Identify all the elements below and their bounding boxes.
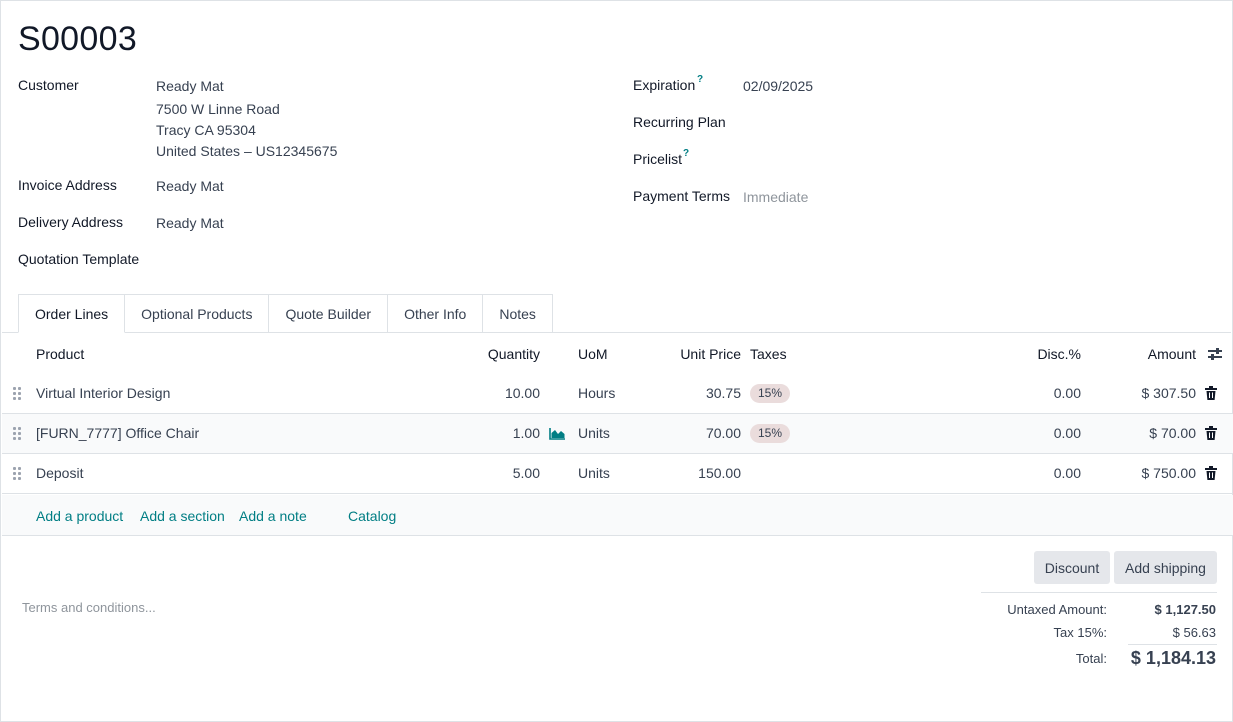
table-row[interactable]: [FURN_7777] Office Chair 1.00 Units 70.0… <box>2 414 1233 454</box>
terms-and-conditions-field[interactable]: Terms and conditions... <box>22 600 156 615</box>
delete-line-icon[interactable] <box>1205 466 1217 480</box>
untaxed-amount-value: $ 1,127.50 <box>1154 602 1216 617</box>
invoice-address-label: Invoice Address <box>18 177 117 193</box>
notebook-tabs: Order Lines Optional Products Quote Buil… <box>18 294 553 333</box>
forecast-chart-icon[interactable] <box>549 427 566 440</box>
customer-address-line3: United States – US12345675 <box>156 143 338 159</box>
column-header-amount[interactable]: Amount <box>1096 346 1196 362</box>
total-label: Total: <box>1075 651 1107 666</box>
drag-handle-icon[interactable] <box>13 387 23 401</box>
line-unit-price[interactable]: 70.00 <box>641 425 741 441</box>
table-row[interactable]: Deposit 5.00 Units 150.00 0.00 $ 750.00 <box>2 454 1233 494</box>
quotation-template-field[interactable] <box>156 251 456 269</box>
totals-divider <box>981 592 1217 593</box>
line-quantity[interactable]: 1.00 <box>440 425 540 441</box>
expiration-label: Expiration <box>633 77 696 93</box>
tab-other-info[interactable]: Other Info <box>388 294 484 333</box>
recurring-plan-field[interactable] <box>743 114 1043 132</box>
tax-badge[interactable]: 15% <box>750 424 791 443</box>
tab-notes[interactable]: Notes <box>483 294 553 333</box>
delivery-address-field[interactable]: Ready Mat <box>156 215 224 231</box>
add-note-link[interactable]: Add a note <box>239 508 307 524</box>
delete-line-icon[interactable] <box>1205 426 1217 440</box>
line-quantity[interactable]: 5.00 <box>440 465 540 481</box>
recurring-plan-label: Recurring Plan <box>633 114 726 130</box>
pricelist-help-icon[interactable]: ? <box>683 148 689 159</box>
line-amount: $ 70.00 <box>1149 425 1196 441</box>
table-row[interactable]: Virtual Interior Design 10.00 Hours 30.7… <box>2 374 1233 414</box>
tab-quote-builder[interactable]: Quote Builder <box>269 294 389 333</box>
customer-label: Customer <box>18 77 79 93</box>
invoice-address-field[interactable]: Ready Mat <box>156 178 224 194</box>
tax-badge[interactable]: 15% <box>750 384 791 403</box>
record-title: S00003 <box>18 20 138 58</box>
line-quantity[interactable]: 10.00 <box>440 385 540 401</box>
quotation-template-label: Quotation Template <box>18 251 140 267</box>
column-header-quantity[interactable]: Quantity <box>440 346 540 362</box>
line-product[interactable]: Deposit <box>36 465 83 481</box>
total-divider <box>1128 644 1217 645</box>
pricelist-field[interactable] <box>743 151 1043 169</box>
tax-label: Tax 15%: <box>1053 625 1107 640</box>
tab-optional-products[interactable]: Optional Products <box>125 294 270 333</box>
line-discount[interactable]: 0.00 <box>981 385 1081 401</box>
column-header-taxes[interactable]: Taxes <box>750 346 787 362</box>
line-unit-price[interactable]: 150.00 <box>641 465 741 481</box>
line-uom[interactable]: Hours <box>578 385 615 401</box>
add-product-link[interactable]: Add a product <box>36 508 123 524</box>
line-product[interactable]: [FURN_7777] Office Chair <box>36 425 199 441</box>
customer-field[interactable]: Ready Mat <box>156 78 224 94</box>
add-section-link[interactable]: Add a section <box>140 508 225 524</box>
customer-address-line2: Tracy CA 95304 <box>156 122 256 138</box>
delete-line-icon[interactable] <box>1205 386 1217 400</box>
tax-value: $ 56.63 <box>1172 625 1216 640</box>
column-header-uom[interactable]: UoM <box>578 346 608 362</box>
pricelist-label: Pricelist <box>633 151 683 167</box>
column-header-discount[interactable]: Disc.% <box>981 346 1081 362</box>
sale-order-form: S00003 Customer Ready Mat 7500 W Linne R… <box>0 0 1233 722</box>
discount-button[interactable]: Discount <box>1034 551 1110 584</box>
drag-handle-icon[interactable] <box>13 467 23 481</box>
line-uom[interactable]: Units <box>578 465 610 481</box>
payment-terms-field[interactable]: Immediate <box>743 189 808 205</box>
line-uom[interactable]: Units <box>578 425 610 441</box>
untaxed-amount-label: Untaxed Amount: <box>1007 602 1107 617</box>
expiration-field[interactable]: 02/09/2025 <box>743 78 813 94</box>
line-unit-price[interactable]: 30.75 <box>641 385 741 401</box>
column-header-unit-price[interactable]: Unit Price <box>641 346 741 362</box>
payment-terms-label: Payment Terms <box>633 188 730 204</box>
drag-handle-icon[interactable] <box>13 427 23 441</box>
total-value: $ 1,184.13 <box>1130 648 1216 668</box>
line-discount[interactable]: 0.00 <box>981 465 1081 481</box>
line-amount: $ 750.00 <box>1141 465 1197 481</box>
delivery-address-label: Delivery Address <box>18 214 124 230</box>
optional-columns-toggle-icon[interactable] <box>1207 347 1223 361</box>
catalog-link[interactable]: Catalog <box>348 508 396 524</box>
line-amount: $ 307.50 <box>1141 385 1197 401</box>
customer-address-line1: 7500 W Linne Road <box>156 101 280 117</box>
tab-order-lines[interactable]: Order Lines <box>18 294 126 333</box>
line-product[interactable]: Virtual Interior Design <box>36 385 170 401</box>
expiration-help-icon[interactable]: ? <box>697 74 703 85</box>
add-shipping-button[interactable]: Add shipping <box>1114 551 1217 584</box>
column-header-product[interactable]: Product <box>36 346 84 362</box>
line-discount[interactable]: 0.00 <box>981 425 1081 441</box>
